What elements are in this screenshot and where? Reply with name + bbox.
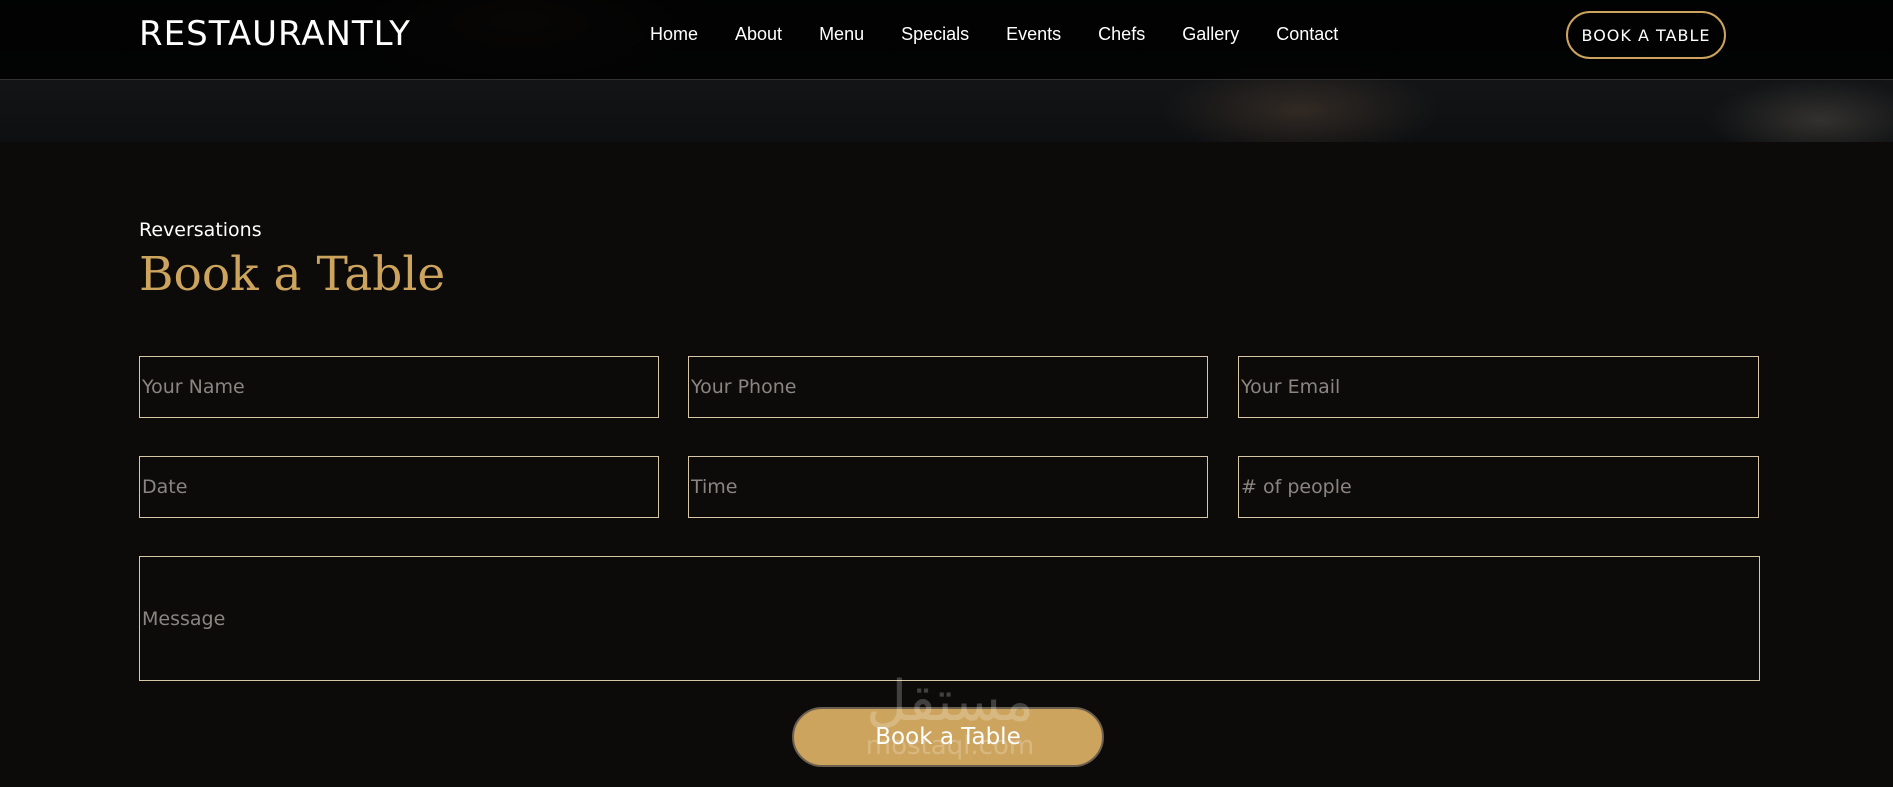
page: RESTAURANTLY Home About Menu Specials Ev… — [0, 0, 1893, 787]
phone-input[interactable] — [691, 376, 1207, 398]
time-field-wrapper — [688, 456, 1208, 518]
nav-events[interactable]: Events — [1006, 24, 1061, 45]
time-input[interactable] — [691, 476, 1207, 498]
book-table-submit-button[interactable]: Book a Table — [792, 707, 1104, 767]
nav-home[interactable]: Home — [650, 24, 698, 45]
site-header: RESTAURANTLY Home About Menu Specials Ev… — [0, 0, 1893, 80]
message-textarea[interactable] — [142, 607, 1759, 630]
nav-specials[interactable]: Specials — [901, 24, 969, 45]
section-eyebrow: Reversations — [139, 219, 262, 241]
people-input[interactable] — [1241, 476, 1758, 498]
message-field-wrapper — [139, 556, 1760, 681]
people-field-wrapper — [1238, 456, 1759, 518]
main-nav: Home About Menu Specials Events Chefs Ga… — [650, 24, 1375, 45]
date-input[interactable] — [142, 476, 658, 498]
nav-gallery[interactable]: Gallery — [1182, 24, 1239, 45]
date-field-wrapper — [139, 456, 659, 518]
site-logo[interactable]: RESTAURANTLY — [139, 14, 411, 54]
nav-contact[interactable]: Contact — [1276, 24, 1338, 45]
email-field-wrapper — [1238, 356, 1759, 418]
email-input[interactable] — [1241, 376, 1758, 398]
section-title: Book a Table — [139, 247, 446, 302]
book-table-header-button[interactable]: BOOK A TABLE — [1566, 11, 1726, 59]
name-field-wrapper — [139, 356, 659, 418]
phone-field-wrapper — [688, 356, 1208, 418]
name-input[interactable] — [142, 376, 658, 398]
nav-menu[interactable]: Menu — [819, 24, 864, 45]
nav-chefs[interactable]: Chefs — [1098, 24, 1145, 45]
nav-about[interactable]: About — [735, 24, 782, 45]
